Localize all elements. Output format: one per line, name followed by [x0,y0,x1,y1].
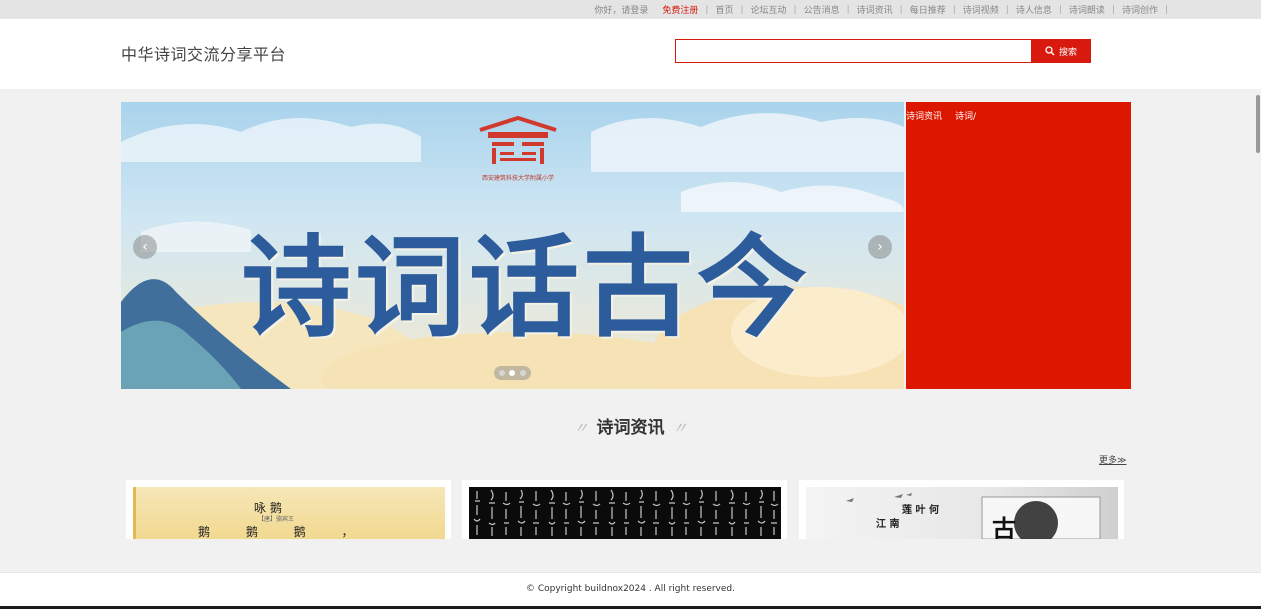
divider: | [846,4,850,15]
banner-headline: 诗词话古今 [241,223,811,352]
divider: | [899,4,903,15]
nav-link-creation[interactable]: 诗词创作 [1122,3,1158,16]
search-button[interactable]: 搜索 [1031,39,1091,63]
carousel-next-button[interactable]: › [868,235,892,259]
section-heading: 〃诗词资讯〃 [0,413,1261,438]
carousel-dot[interactable] [499,370,506,376]
divider: | [1111,4,1115,15]
calligraphy-artwork [473,489,779,536]
nav-link-poetry-news[interactable]: 诗词资讯 [857,3,893,16]
login-link[interactable]: 你好，请登录 [594,3,648,16]
side-panel-tabs: 诗词资讯 诗词/ [906,109,976,122]
register-link[interactable]: 免费注册 [662,3,698,16]
scrollbar-thumb[interactable] [1256,95,1260,153]
school-logo [479,115,557,164]
carousel-dot-active[interactable] [509,370,516,376]
nav-link-videos[interactable]: 诗词视频 [963,3,999,16]
more-link[interactable]: 更多≫ [1099,453,1126,466]
section-title: 诗词资讯 [596,418,665,438]
ink-artwork [846,493,1101,539]
news-side-panel: 诗词资讯 诗词/ [906,102,1131,389]
side-tab-poetry[interactable]: 诗词/ [955,109,976,122]
card-text-line: 江 南 [876,519,900,530]
card-image: 咏 鹅 【唐】骆宾王 鹅 鹅 鹅 ， [133,487,445,539]
chevron-left-icon: ‹ [142,239,148,255]
side-tab-poetry-news[interactable]: 诗词资讯 [906,109,942,122]
news-card[interactable]: 咏 鹅 【唐】骆宾王 鹅 鹅 鹅 ， [126,480,451,539]
news-card[interactable] [462,480,787,539]
search-button-label: 搜索 [1058,47,1077,58]
nav-link-daily-picks[interactable]: 每日推荐 [910,3,946,16]
nav-link-home[interactable]: 首页 [715,3,733,16]
card-text-line: 【唐】骆宾王 [258,516,295,523]
header: 中华诗词交流分享平台 搜索 [0,19,1261,89]
card-image: 莲 叶 何 江 南 古 [806,487,1118,539]
top-bar: 你好，请登录 免费注册 | 首页 | 论坛互动 | 公告消息 | 诗词资讯 | … [0,0,1261,19]
divider: | [1005,4,1009,15]
site-title[interactable]: 中华诗词交流分享平台 [121,41,286,65]
top-links: 你好，请登录 免费注册 | 首页 | 论坛互动 | 公告消息 | 诗词资讯 | … [594,3,1175,17]
carousel-dot[interactable] [519,370,526,376]
card-image [469,487,781,539]
divider: | [793,4,797,15]
divider: | [952,4,956,15]
search-icon [1045,46,1055,56]
nav-link-recitation[interactable]: 诗词朗读 [1069,3,1105,16]
banner-carousel[interactable]: 西安建筑科技大学附属小学 诗词话古今 ‹ › [121,102,904,389]
card-text-line: 鹅 鹅 鹅 ， [198,525,370,539]
carousel-indicators [494,366,531,380]
quote-decoration-left: 〃 [573,419,589,437]
card-text-line: 古 [992,514,1016,539]
nav-link-forum[interactable]: 论坛互动 [751,3,787,16]
nav-link-announcements[interactable]: 公告消息 [804,3,840,16]
search-input[interactable] [675,39,1032,63]
nav-link-poets[interactable]: 诗人信息 [1016,3,1052,16]
footer: © Copyright buildnox2024 . All right res… [0,572,1261,606]
card-text-line: 莲 叶 何 [902,505,939,516]
divider: | [1164,4,1168,15]
news-card[interactable]: 莲 叶 何 江 南 古 [799,480,1124,539]
scrollbar[interactable] [1255,89,1261,572]
divider: | [1058,4,1062,15]
chevron-right-icon: › [877,239,883,255]
logo-caption: 西安建筑科技大学附属小学 [481,175,554,182]
quote-decoration-right: 〃 [672,419,688,437]
divider: | [740,4,744,15]
copyright-text: © Copyright buildnox2024 . All right res… [525,584,735,594]
divider: | [705,4,709,15]
carousel-prev-button[interactable]: ‹ [133,235,157,259]
